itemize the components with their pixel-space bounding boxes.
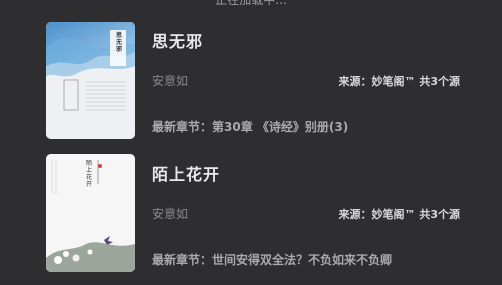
- book-author: 安意如: [152, 207, 189, 221]
- book-author: 安意如: [152, 74, 189, 88]
- book-title: 陌上花开: [152, 165, 221, 184]
- book-cover[interactable]: 陌上花开: [46, 154, 135, 272]
- latest-chapter: 最新章节：世间安得双全法？不负如来不负卿: [152, 253, 393, 267]
- book-cover[interactable]: 思无邪: [46, 22, 135, 139]
- loading-indicator: 正在加载中...: [215, 0, 287, 7]
- book-item-1[interactable]: 思无邪 思无邪 安意如 来源：妙笔阁™ 共3个源 最新章节：第30章 《诗经》别…: [0, 18, 502, 152]
- cover-title-text: 陌上花开: [86, 160, 93, 188]
- latest-chapter: 最新章节：第30章 《诗经》别册(3): [152, 120, 349, 134]
- book-item-2[interactable]: 陌上花开 陌上花开 安意如 来源：妙笔阁™ 共3个源 最新章节：世间安得双全法？…: [0, 151, 502, 285]
- cover-title-text: 思无邪: [116, 32, 123, 53]
- book-source[interactable]: 来源：妙笔阁™ 共3个源: [339, 73, 460, 89]
- book-title: 思无邪: [152, 32, 204, 51]
- book-source[interactable]: 来源：妙笔阁™ 共3个源: [339, 206, 460, 222]
